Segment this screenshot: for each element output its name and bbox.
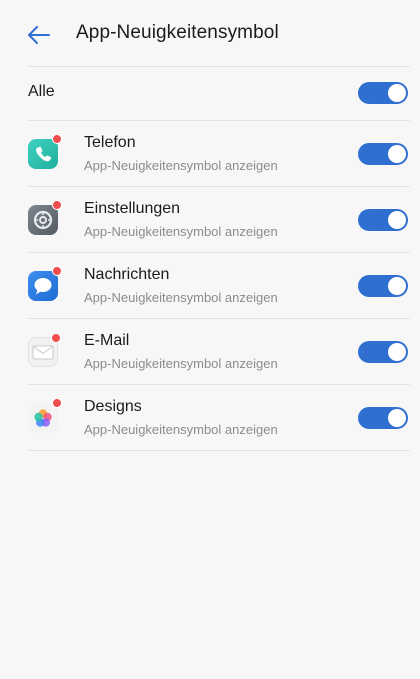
messages-icon	[28, 266, 62, 301]
all-apps-label: Alle	[28, 83, 55, 100]
notification-badge	[52, 398, 62, 408]
toggle-knob	[388, 84, 406, 102]
all-apps-toggle[interactable]	[358, 82, 408, 104]
app-toggle-nachrichten[interactable]	[358, 275, 408, 297]
app-row-nachrichten[interactable]: Nachrichten App-Neuigkeitensymbol anzeig…	[0, 253, 420, 319]
app-badge-settings-screen: App-Neuigkeitensymbol Alle Telefon App-N…	[0, 0, 420, 679]
app-name: E-Mail	[84, 332, 130, 349]
notification-badge	[52, 200, 62, 210]
toggle-knob	[388, 409, 406, 427]
app-row-email[interactable]: E-Mail App-Neuigkeitensymbol anzeigen	[0, 319, 420, 385]
toggle-knob	[388, 211, 406, 229]
toggle-knob	[388, 343, 406, 361]
app-subtitle: App-Neuigkeitensymbol anzeigen	[84, 422, 278, 437]
app-name: Nachrichten	[84, 266, 170, 283]
app-subtitle: App-Neuigkeitensymbol anzeigen	[84, 224, 278, 239]
app-toggle-telefon[interactable]	[358, 143, 408, 165]
arrow-left-icon	[28, 26, 50, 44]
app-row-telefon[interactable]: Telefon App-Neuigkeitensymbol anzeigen	[0, 121, 420, 187]
toggle-knob	[388, 277, 406, 295]
app-row-einstellungen[interactable]: Einstellungen App-Neuigkeitensymbol anze…	[0, 187, 420, 253]
app-subtitle: App-Neuigkeitensymbol anzeigen	[84, 290, 278, 305]
app-subtitle: App-Neuigkeitensymbol anzeigen	[84, 356, 278, 371]
notification-badge	[52, 266, 62, 276]
app-name: Einstellungen	[84, 200, 181, 217]
app-toggle-email[interactable]	[358, 341, 408, 363]
page-title: App-Neuigkeitensymbol	[76, 22, 279, 43]
back-button[interactable]	[24, 20, 54, 50]
toggle-knob	[388, 145, 406, 163]
header: App-Neuigkeitensymbol	[0, 0, 420, 66]
app-row-designs[interactable]: Designs App-Neuigkeitensymbol anzeigen	[0, 385, 420, 451]
app-subtitle: App-Neuigkeitensymbol anzeigen	[84, 158, 278, 173]
all-apps-row[interactable]: Alle	[0, 66, 420, 120]
designs-icon	[28, 398, 62, 433]
notification-badge	[51, 333, 61, 343]
app-name: Designs	[84, 398, 142, 415]
app-name: Telefon	[84, 134, 136, 151]
notification-badge	[52, 134, 62, 144]
app-toggle-designs[interactable]	[358, 407, 408, 429]
app-toggle-einstellungen[interactable]	[358, 209, 408, 231]
divider	[28, 450, 410, 451]
email-icon	[28, 333, 61, 367]
settings-icon	[28, 200, 62, 235]
phone-icon	[28, 134, 62, 169]
